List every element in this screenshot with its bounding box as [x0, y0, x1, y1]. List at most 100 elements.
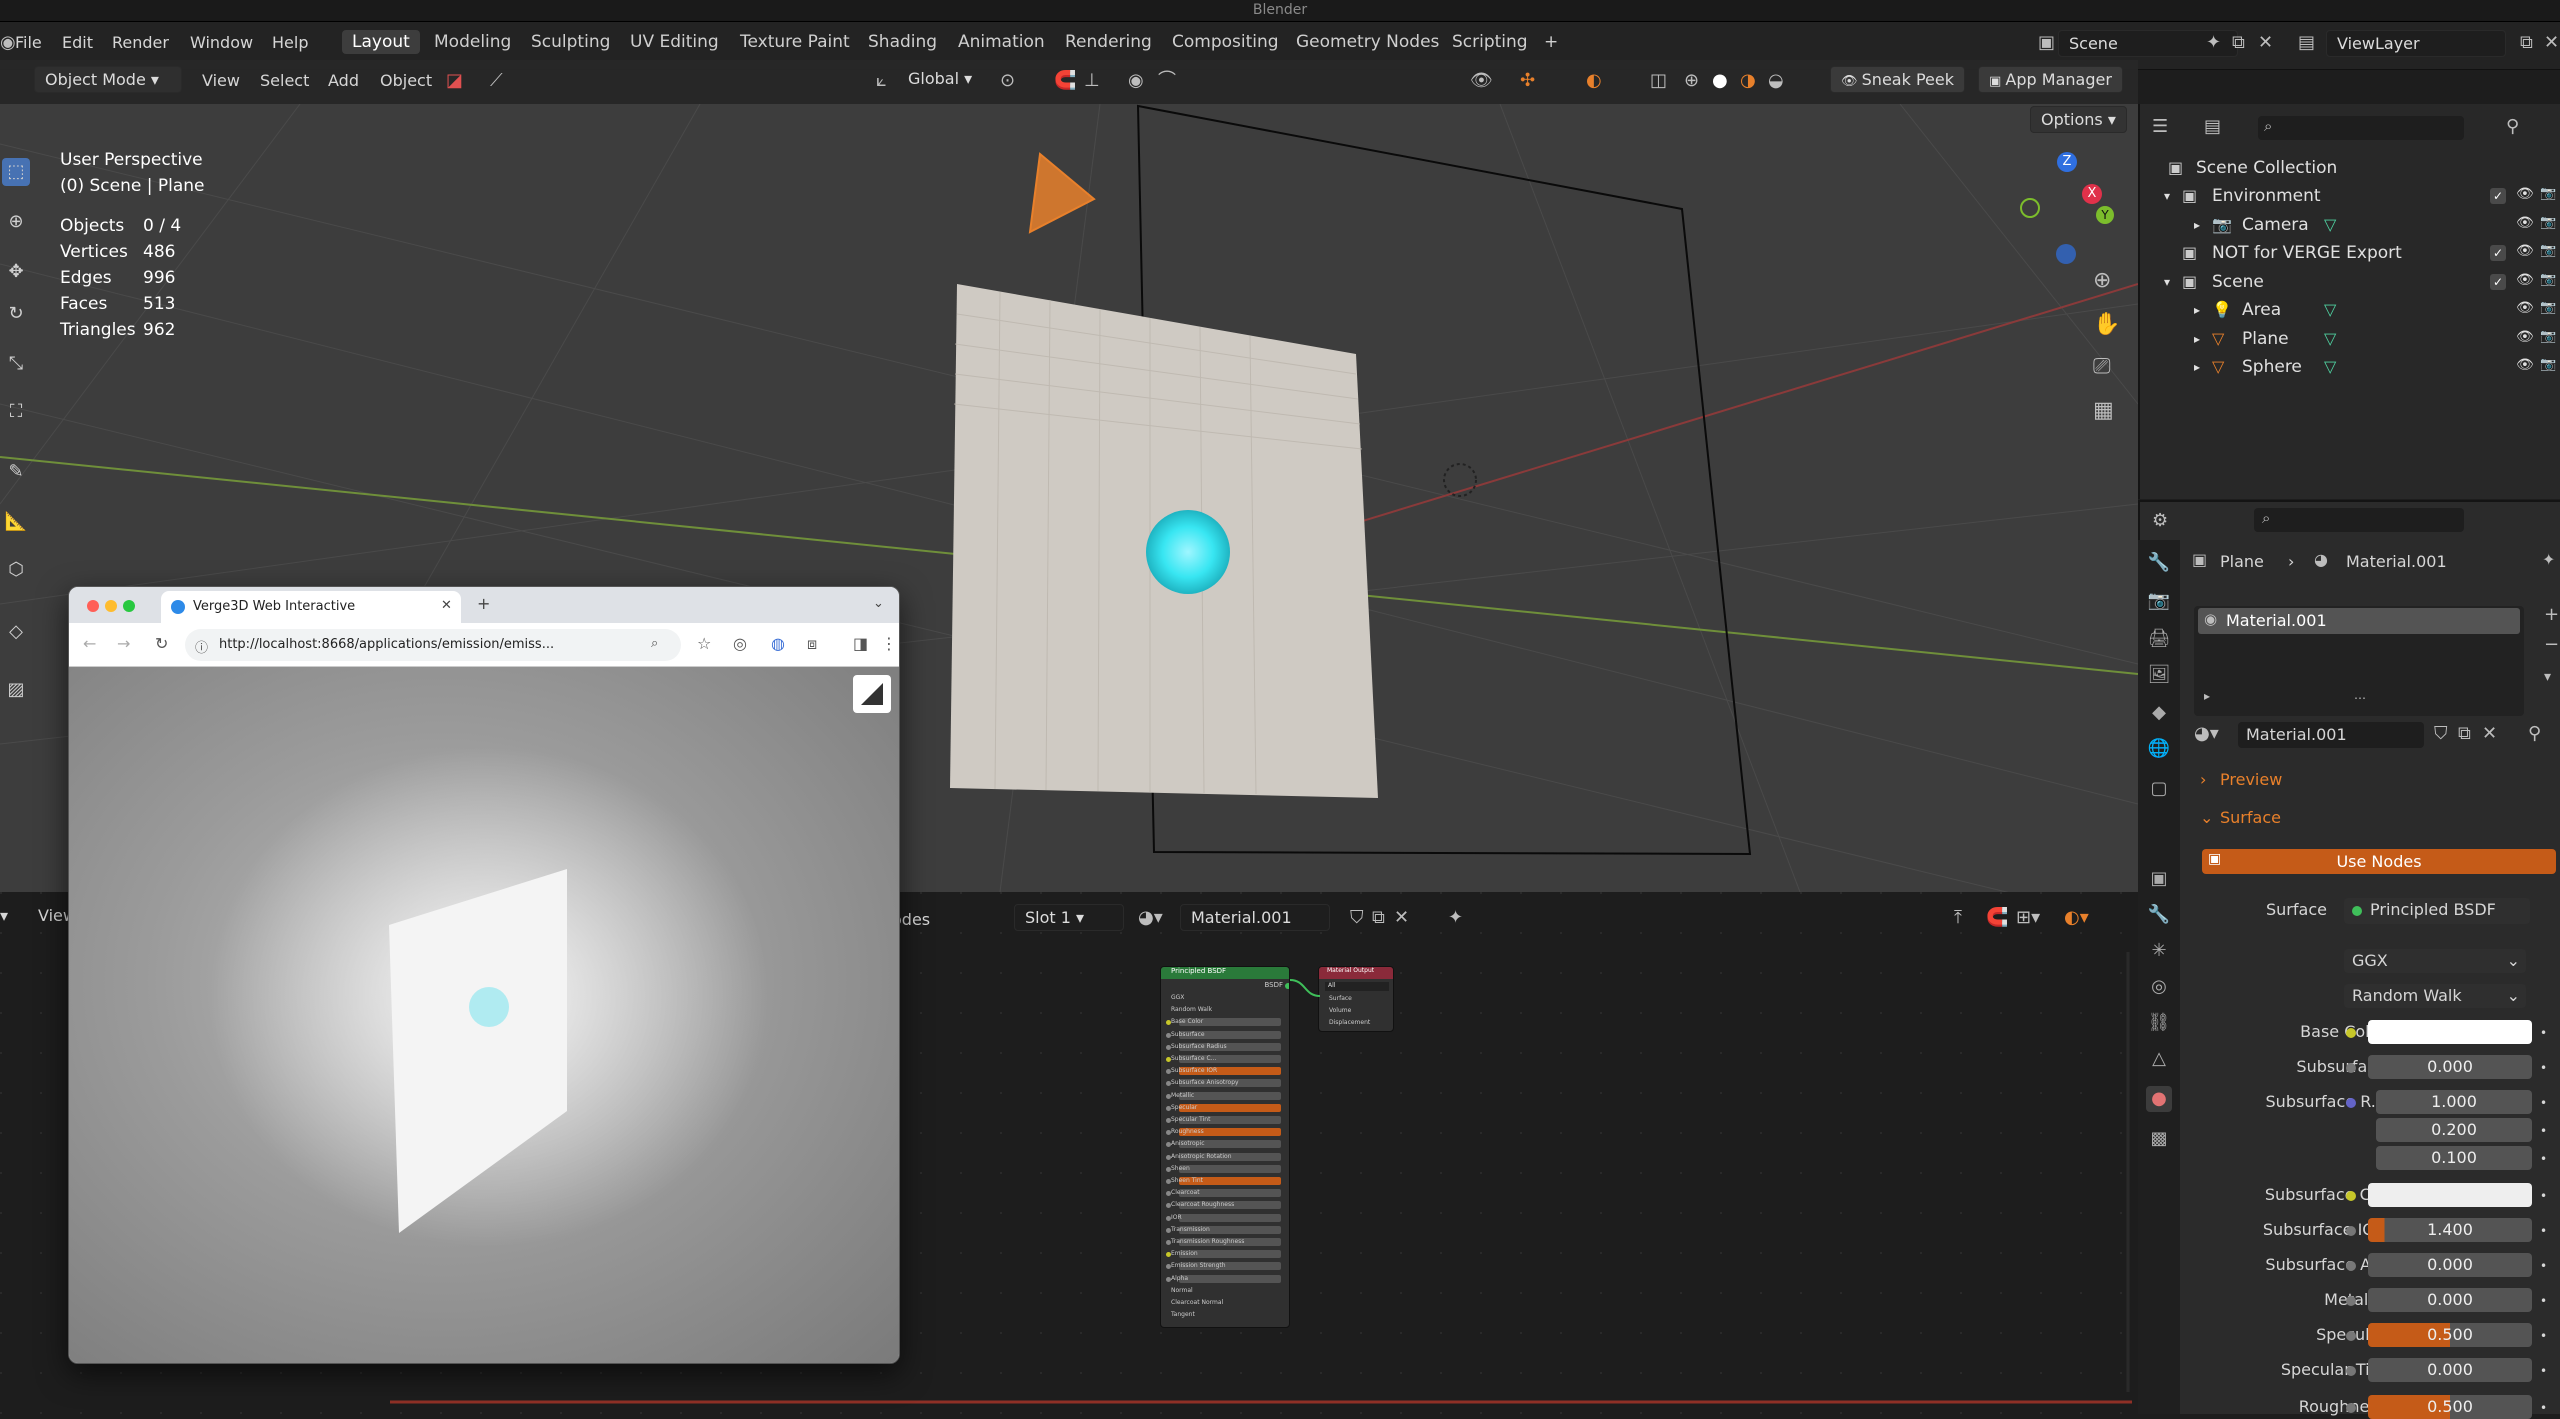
- overlay-toggle-icon[interactable]: ◐: [1586, 72, 1602, 90]
- unlink-material-icon[interactable]: ✕: [2482, 725, 2497, 743]
- bsdf-input-row[interactable]: Normal: [1165, 1286, 1285, 1296]
- bsdf-input-row[interactable]: Base Color: [1165, 1017, 1285, 1027]
- snap-increment-icon[interactable]: ⊥: [1084, 72, 1100, 90]
- menu-add[interactable]: Add: [328, 71, 359, 90]
- visibility-eye-icon[interactable]: 👁: [2516, 215, 2534, 231]
- node-material-field[interactable]: Material.001: [1180, 904, 1330, 931]
- bsdf-input-row[interactable]: Subsurface: [1165, 1030, 1285, 1040]
- socket-dot-icon[interactable]: [2346, 1028, 2356, 1038]
- render-visibility-icon[interactable]: 📷: [2540, 186, 2556, 201]
- outliner-item-area[interactable]: ▸ 💡 Area ▽ 👁 📷: [2140, 296, 2560, 324]
- remove-slot-icon[interactable]: −: [2544, 636, 2559, 654]
- socket-dot-icon[interactable]: [2346, 1403, 2356, 1413]
- outliner-item-plane[interactable]: ▸ ▽ Plane ▽ 👁 📷: [2140, 325, 2560, 353]
- new-scene-icon[interactable]: ⧉: [2232, 34, 2245, 52]
- outliner-root[interactable]: ▣ Scene Collection: [2140, 154, 2560, 182]
- visibility-eye-icon[interactable]: 👁: [2516, 300, 2534, 316]
- bsdf-input-row[interactable]: Anisotropic Rotation: [1165, 1152, 1285, 1162]
- gizmo-toggle-icon[interactable]: ✣: [1520, 72, 1535, 90]
- socket-dot-icon[interactable]: [2346, 1331, 2356, 1341]
- expand-arrow-icon[interactable]: ▾: [2164, 189, 2170, 203]
- keyframe-dot-icon[interactable]: •: [2540, 1026, 2547, 1040]
- material-name-field[interactable]: Material.001: [2238, 722, 2424, 748]
- gizmo-x[interactable]: X: [2082, 184, 2102, 204]
- snap-icon[interactable]: 🧲: [1986, 909, 2008, 927]
- prop-value-field[interactable]: 0.000: [2368, 1055, 2532, 1079]
- proportional-edit-icon[interactable]: ◉: [1128, 72, 1144, 90]
- transform-orientation-icon[interactable]: ⟀: [876, 72, 887, 90]
- snap-element-icon[interactable]: ⊞▾: [2016, 909, 2040, 927]
- close-window-button[interactable]: [87, 600, 99, 612]
- outliner[interactable]: ☰ ▤ ⌕ ⚲ ▣ Scene Collection ▾ ▣ Environment…: [2138, 104, 2560, 499]
- viewlayer-field[interactable]: ViewLayer: [2326, 30, 2506, 57]
- exclude-checkbox[interactable]: ✓: [2490, 245, 2506, 261]
- parent-node-tree-icon[interactable]: ⤒: [1954, 909, 1962, 927]
- visibility-eye-icon[interactable]: 👁: [2516, 272, 2534, 288]
- outliner-item-environment[interactable]: ▾ ▣ Environment ✓ 👁 📷: [2140, 182, 2560, 210]
- fake-user-icon[interactable]: ⛉: [1350, 909, 1364, 927]
- delete-viewlayer-icon[interactable]: ✕: [2544, 34, 2559, 52]
- object-data-icon[interactable]: ▽: [2324, 215, 2336, 234]
- filter-icon[interactable]: ⚲: [2506, 118, 2519, 136]
- workspace-tab-sculpting[interactable]: Sculpting: [531, 32, 610, 52]
- duplicate-material-icon[interactable]: ⧉: [1372, 909, 1385, 927]
- prop-value-field[interactable]: 0.000: [2368, 1358, 2532, 1382]
- bsdf-input-row[interactable]: Subsurface C...: [1165, 1054, 1285, 1064]
- rotate-tool-icon[interactable]: ↻: [2, 300, 30, 328]
- bsdf-input-row[interactable]: IOR: [1165, 1213, 1285, 1223]
- workspace-tab-layout[interactable]: Layout: [342, 30, 420, 54]
- workspace-tab-scripting[interactable]: Scripting: [1452, 32, 1528, 52]
- socket-dot-icon[interactable]: [2346, 1191, 2356, 1201]
- cursor-tool-icon[interactable]: ⊕: [2, 208, 30, 236]
- prop-value-field[interactable]: 0.000: [2368, 1288, 2532, 1312]
- socket-dot-icon[interactable]: [2346, 1366, 2356, 1376]
- unlink-material-icon[interactable]: ✕: [1394, 909, 1409, 927]
- pan-hand-icon[interactable]: ✋: [2093, 314, 2120, 336]
- preview-panel-header[interactable]: › Preview: [2196, 768, 2560, 792]
- visibility-eye-icon[interactable]: 👁: [2516, 357, 2534, 373]
- extensions-icon[interactable]: ⧈: [807, 634, 817, 654]
- visibility-eye-icon[interactable]: 👁: [2516, 186, 2534, 202]
- render-visibility-icon[interactable]: 📷: [2540, 357, 2556, 372]
- bsdf-input-row[interactable]: Specular Tint: [1165, 1115, 1285, 1125]
- expand-icon[interactable]: ▸: [2204, 690, 2210, 702]
- material-browse-icon[interactable]: ◕▾: [2194, 725, 2219, 743]
- visibility-eye-icon[interactable]: 👁: [2516, 243, 2534, 259]
- ortho-grid-icon[interactable]: ▦: [2093, 400, 2114, 422]
- keyframe-dot-icon[interactable]: •: [2540, 1364, 2547, 1378]
- transform-tool-icon[interactable]: ⛶: [2, 398, 30, 426]
- collapse-arrow-icon[interactable]: ▸: [2194, 303, 2200, 317]
- extra-tool-icon[interactable]: ◇: [2, 618, 30, 646]
- slot-menu-icon[interactable]: ▾: [2544, 670, 2551, 684]
- browser-window[interactable]: Verge3D Web Interactive ✕ + ⌄ ← → ↻ ⓘ ht…: [68, 586, 900, 1364]
- surface-panel-header[interactable]: ⌄ Surface: [2196, 806, 2560, 830]
- scale-tool-icon[interactable]: ⤡: [2, 350, 30, 378]
- new-viewlayer-icon[interactable]: ⧉: [2520, 34, 2533, 52]
- bsdf-input-row[interactable]: Random Walk: [1165, 1005, 1285, 1015]
- workspace-tab-modeling[interactable]: Modeling: [434, 32, 511, 52]
- bsdf-input-row[interactable]: Subsurface Radius: [1165, 1042, 1285, 1052]
- object-data-icon[interactable]: ▽: [2324, 300, 2336, 319]
- display-mode-icon[interactable]: ▤: [2204, 118, 2221, 136]
- snap-icon[interactable]: 🧲: [1054, 72, 1076, 90]
- outliner-search-input[interactable]: ⌕: [2258, 116, 2464, 140]
- measure-tool-icon[interactable]: 📐: [2, 508, 30, 536]
- surface-shader-field[interactable]: Principled BSDF: [2344, 898, 2530, 924]
- texture-tab-icon[interactable]: ▩: [2146, 1126, 2172, 1152]
- principled-bsdf-node[interactable]: Principled BSDF BSDF GGX Random Walk Base …: [1160, 966, 1290, 1328]
- bsdf-input-row[interactable]: Anisotropic: [1165, 1139, 1285, 1149]
- bsdf-input-row[interactable]: Roughness: [1165, 1127, 1285, 1137]
- bsdf-input-row[interactable]: Subsurface Anisotropy: [1165, 1078, 1285, 1088]
- fake-user-icon[interactable]: ⛉: [2434, 725, 2448, 743]
- bsdf-input-row[interactable]: Sheen Tint: [1165, 1176, 1285, 1186]
- menu-view[interactable]: View: [202, 71, 240, 90]
- collapse-arrow-icon[interactable]: ▸: [2194, 360, 2200, 374]
- keyframe-dot-icon[interactable]: •: [2540, 1329, 2547, 1343]
- tab-search-icon[interactable]: ⌄: [873, 596, 884, 611]
- bsdf-input-row[interactable]: Clearcoat: [1165, 1188, 1285, 1198]
- extension-2-icon[interactable]: ◍: [771, 634, 785, 653]
- object-data-icon[interactable]: ▽: [2324, 329, 2336, 348]
- material-slots-list[interactable]: ◉ Material.001 ▸ ⋯: [2194, 606, 2524, 716]
- extension-1-icon[interactable]: ◎: [733, 634, 747, 653]
- pin-icon[interactable]: ✦: [2206, 34, 2221, 52]
